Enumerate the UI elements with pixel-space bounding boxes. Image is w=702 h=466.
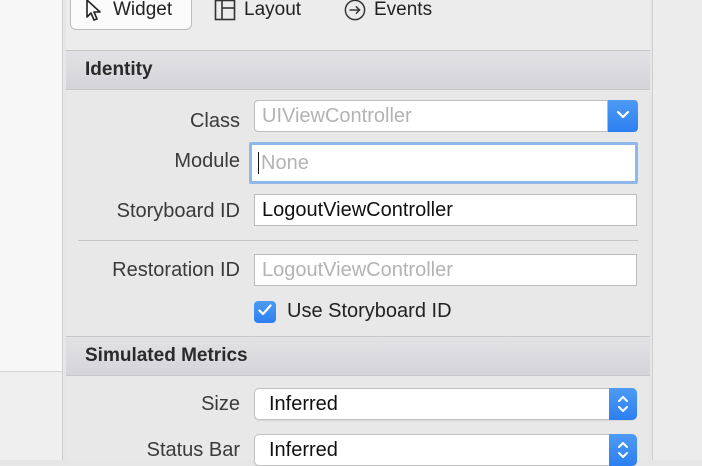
module-placeholder: None: [261, 152, 309, 174]
identity-separator: [78, 240, 638, 241]
layout-grid-icon: [214, 0, 236, 21]
class-dropdown-button[interactable]: [608, 100, 638, 132]
navigator-lower-area: [0, 372, 62, 460]
right-gutter: [652, 0, 702, 460]
simulated-metrics-section-title: Simulated Metrics: [85, 345, 248, 366]
storyboard-id-label: Storyboard ID: [116, 200, 240, 222]
up-down-chevron-icon: [609, 388, 637, 420]
layout-tab[interactable]: Layout: [214, 0, 301, 30]
identity-section-title: Identity: [85, 59, 153, 80]
restoration-id-label: Restoration ID: [112, 259, 240, 281]
layout-tab-label: Layout: [244, 0, 302, 20]
cursor-arrow-icon: [83, 0, 105, 21]
navigator-pane: [0, 0, 63, 460]
up-down-chevron-icon: [609, 434, 637, 466]
events-tab[interactable]: Events: [344, 0, 432, 30]
widget-tab[interactable]: Widget: [70, 0, 192, 30]
size-value: Inferred: [269, 393, 338, 415]
identity-inspector: Widget Layout Events Identity Class UIVi…: [66, 0, 650, 466]
size-label: Size: [201, 393, 240, 415]
simulated-metrics-section-header[interactable]: Simulated Metrics: [66, 336, 650, 376]
restoration-id-field[interactable]: LogoutViewController: [254, 254, 637, 286]
widget-tab-label: Widget: [113, 0, 173, 20]
events-tab-label: Events: [374, 0, 433, 20]
size-popup[interactable]: Inferred: [254, 388, 637, 420]
class-field[interactable]: UIViewController: [254, 100, 608, 132]
text-caret: [258, 151, 259, 174]
use-storyboard-id-checkbox[interactable]: [254, 301, 276, 323]
status-bar-label: Status Bar: [146, 439, 240, 461]
inspector-toolbar: Widget Layout Events: [66, 0, 650, 51]
module-field[interactable]: None: [249, 142, 638, 184]
chevron-down-icon: [616, 107, 630, 125]
module-label: Module: [174, 150, 240, 172]
identity-section-header[interactable]: Identity: [66, 50, 650, 90]
storyboard-id-field[interactable]: LogoutViewController: [254, 194, 637, 226]
arrow-circle-icon: [344, 0, 366, 21]
status-bar-popup[interactable]: Inferred: [254, 434, 637, 466]
use-storyboard-id-label[interactable]: Use Storyboard ID: [287, 300, 452, 323]
checkmark-icon: [258, 303, 272, 321]
class-label: Class: [189, 110, 240, 132]
status-bar-value: Inferred: [269, 439, 338, 461]
